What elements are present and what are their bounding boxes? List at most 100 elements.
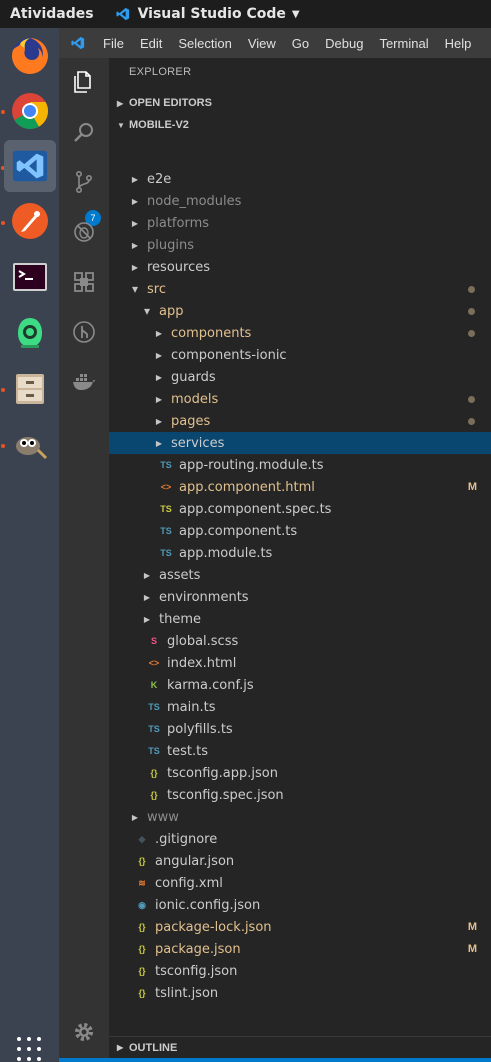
tree-file-row[interactable]: TS polyfills.ts [109,718,491,740]
tree-folder-row[interactable]: ▶ assets [109,564,491,586]
debug-icon[interactable] [72,220,96,244]
outline-header[interactable]: ▶ OUTLINE [109,1036,491,1058]
tree-folder-row[interactable]: ▶ e2e [109,168,491,190]
tree-file-row[interactable]: {} tslint.json [109,982,491,1004]
tree-item-label: tslint.json [155,985,219,1001]
chevron-right-icon: ▶ [131,812,139,822]
dock-terminal[interactable] [4,251,56,303]
tree-folder-row[interactable]: ▶ models [109,388,491,410]
tree-item-label: tsconfig.app.json [167,765,278,781]
tree-folder-row[interactable]: ▶ components [109,322,491,344]
tree-item-label: app.module.ts [179,545,273,561]
menu-edit[interactable]: Edit [132,36,170,51]
tree-folder-row[interactable]: ▾ app [109,300,491,322]
tree-file-row[interactable]: {} tsconfig.spec.json [109,784,491,806]
tree-folder-row[interactable]: ▶ platforms [109,212,491,234]
tree-folder-row[interactable]: ▶ services [109,432,491,454]
tree-folder-row[interactable]: ▶ node_modules [109,190,491,212]
tree-folder-row[interactable]: ▶ pages [109,410,491,432]
open-editors-label: OPEN EDITORS [129,97,212,109]
chevron-right-icon: ▶ [143,592,151,602]
project-header[interactable]: ▼ MOBILE-V2 [109,114,491,136]
menu-selection[interactable]: Selection [170,36,239,51]
show-applications-icon[interactable] [16,1036,42,1062]
git-file-icon: ◆ [138,833,146,844]
tree-item-label: plugins [147,237,194,253]
chevron-right-icon: ▶ [131,196,139,206]
settings-gear-icon[interactable] [72,1020,96,1044]
tree-file-row[interactable]: TS app-routing.module.ts [109,454,491,476]
chevron-right-icon: ▶ [155,350,163,360]
dock-chrome[interactable] [4,85,56,137]
terminal-icon [13,263,47,291]
extensions-icon[interactable] [72,270,96,294]
tree-file-row[interactable]: {} package.json M [109,938,491,960]
tree-file-row[interactable]: ≋ config.xml [109,872,491,894]
tree-file-row[interactable]: ◉ ionic.config.json [109,894,491,916]
file-cabinet-icon [16,374,44,404]
dock-postman[interactable] [4,195,56,247]
tree-folder-row[interactable]: ▶ components-ionic [109,344,491,366]
menu-file[interactable]: File [95,36,132,51]
typescript-spec-file-icon: TS [160,504,172,514]
tree-item-label: app-routing.module.ts [179,457,324,473]
json-file-icon: {} [150,790,158,800]
tree-file-row[interactable]: TS main.ts [109,696,491,718]
tree-file-row[interactable]: <> app.component.html M [109,476,491,498]
typescript-file-icon: TS [148,746,160,756]
tree-file-row[interactable]: TS app.component.ts [109,520,491,542]
tree-item-label: e2e [147,171,172,187]
tree-folder-row[interactable]: ▶ resources [109,256,491,278]
tree-file-row[interactable]: TS test.ts [109,740,491,762]
tree-file-row[interactable]: {} angular.json [109,850,491,872]
tree-file-row[interactable]: Kkarma.conf.js [109,674,491,696]
tree-folder-row[interactable]: ▾ src [109,278,491,300]
tree-folder-row[interactable]: ▶ plugins [109,234,491,256]
tree-folder-row[interactable]: ▶ guards [109,366,491,388]
tree-file-row[interactable]: {} tsconfig.json [109,960,491,982]
open-editors-header[interactable]: ▶ OPEN EDITORS [109,92,491,114]
tree-item-label: src [147,281,166,297]
tree-file-row[interactable]: TS app.component.spec.ts [109,498,491,520]
tree-file-row[interactable]: {} tsconfig.app.json [109,762,491,784]
tree-item-label: test.ts [167,743,208,759]
menu-terminal[interactable]: Terminal [371,36,436,51]
karma-file-icon: K [150,680,158,690]
dock-files[interactable] [4,363,56,415]
menu-view[interactable]: View [240,36,284,51]
tree-item-label: www [147,809,179,825]
chevron-right-icon: ▶ [117,1043,124,1052]
vscode-logo-icon [71,36,85,50]
tree-file-row[interactable]: Sglobal.scss [109,630,491,652]
menu-help[interactable]: Help [437,36,480,51]
tree-file-row[interactable]: <> index.html [109,652,491,674]
tree-folder-row[interactable]: ▶ environments [109,586,491,608]
search-icon[interactable] [72,120,96,144]
typescript-file-icon: TS [160,548,172,558]
dock-vscode[interactable] [4,140,56,192]
tree-folder-row[interactable]: ▶ theme [109,608,491,630]
app-menu[interactable]: Visual Studio Code ▼ [116,6,300,22]
docker-icon[interactable] [72,370,96,394]
explorer-sidebar: EXPLORER ▶ OPEN EDITORS ▼ MOBILE-V2 ▶ e2e… [109,58,491,1058]
menu-debug[interactable]: Debug [317,36,371,51]
source-control-icon[interactable] [72,170,96,194]
tree-file-row[interactable]: {} package-lock.json M [109,916,491,938]
dock-firefox[interactable] [4,30,56,82]
chevron-right-icon: ▶ [117,98,124,108]
git-graph-icon[interactable] [72,320,96,344]
tree-item-label: platforms [147,215,210,231]
activities-button[interactable]: Atividades [10,6,94,22]
tree-item-label: assets [159,567,201,583]
modified-flag: M [467,943,477,955]
menu-go[interactable]: Go [284,36,317,51]
dock-gimp[interactable] [4,418,56,470]
xml-file-icon: ≋ [138,877,146,888]
dock-android-studio[interactable] [4,307,56,359]
chrome-icon [12,93,49,130]
tree-file-row[interactable]: TS app.module.ts [109,542,491,564]
tree-folder-row[interactable]: ▶ www [109,806,491,828]
explorer-icon[interactable] [72,70,96,94]
tree-item-label: config.xml [155,875,223,891]
tree-file-row[interactable]: ◆ .gitignore [109,828,491,850]
